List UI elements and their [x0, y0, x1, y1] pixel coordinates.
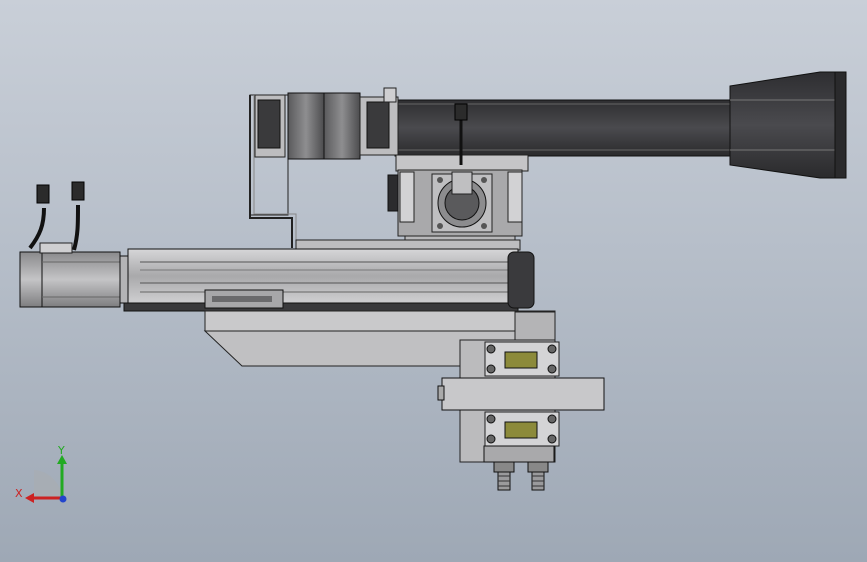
z-axis-dot	[59, 495, 67, 503]
assembly-drawing: Y X	[15, 71, 847, 503]
linear-module-horizontal	[123, 239, 535, 312]
gripper-fingers	[493, 461, 549, 491]
coordinate-triad: Y X	[15, 444, 67, 503]
x-axis-label: X	[15, 487, 23, 500]
servo-motor-left	[19, 181, 131, 308]
vertical-slide-assembly	[437, 339, 605, 463]
stepper-motor-top	[249, 87, 399, 216]
y-axis-label: Y	[57, 444, 65, 457]
cad-viewport[interactable]: Y X	[0, 0, 867, 562]
